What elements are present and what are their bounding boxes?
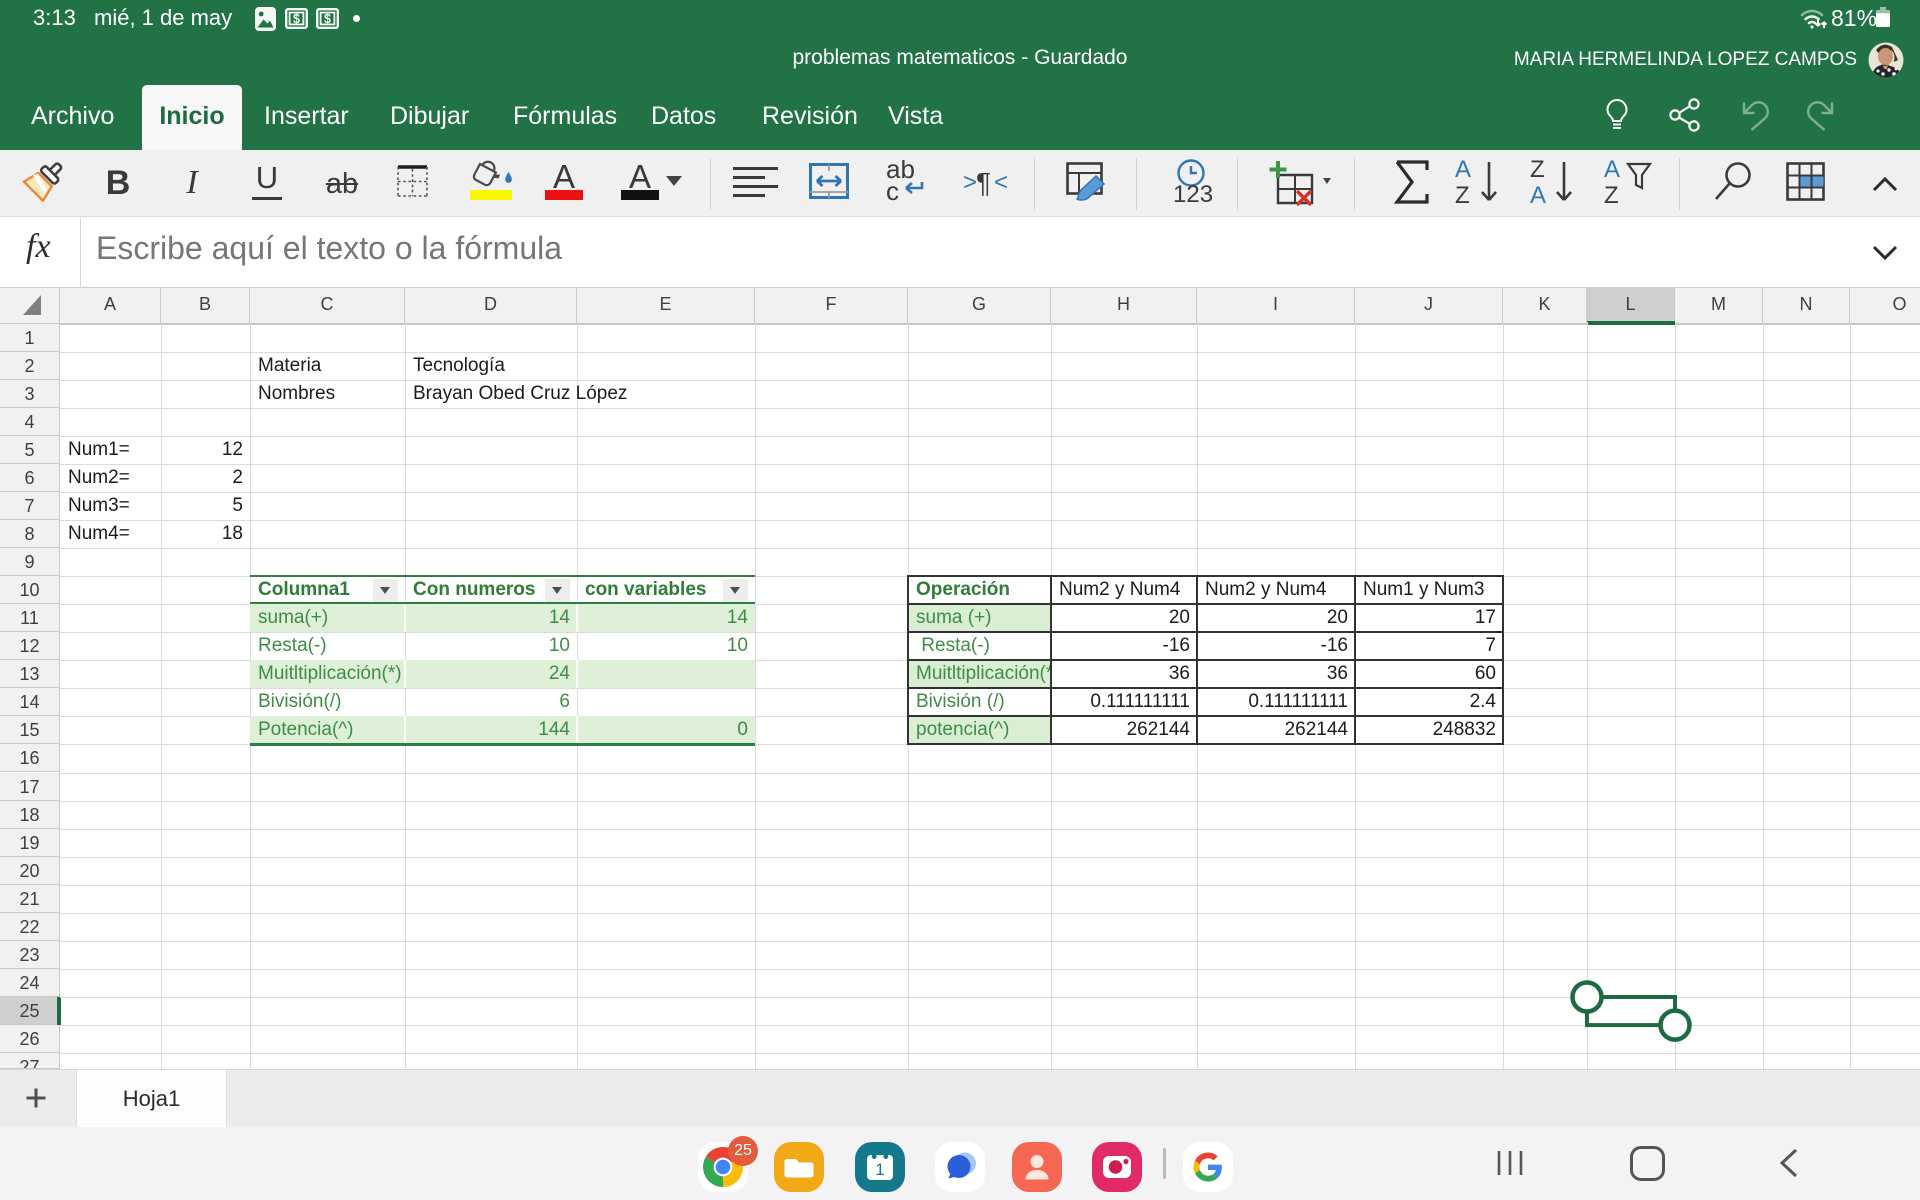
svg-text:c: c	[886, 176, 899, 202]
svg-text:¶: ¶	[976, 167, 991, 198]
svg-text:1: 1	[875, 1160, 884, 1179]
svg-text:A: A	[1530, 182, 1546, 206]
svg-text:$: $	[324, 12, 331, 26]
svg-text:<: <	[994, 169, 1007, 196]
svg-text:A: A	[1455, 158, 1471, 183]
svg-text:Z: Z	[1604, 182, 1619, 206]
svg-text:123: 123	[1173, 181, 1212, 206]
svg-text:Z: Z	[1455, 182, 1470, 206]
svg-text:>: >	[963, 169, 977, 196]
svg-text:Z: Z	[1530, 158, 1545, 183]
svg-text:$: $	[293, 12, 300, 26]
svg-text:A: A	[1604, 158, 1620, 183]
